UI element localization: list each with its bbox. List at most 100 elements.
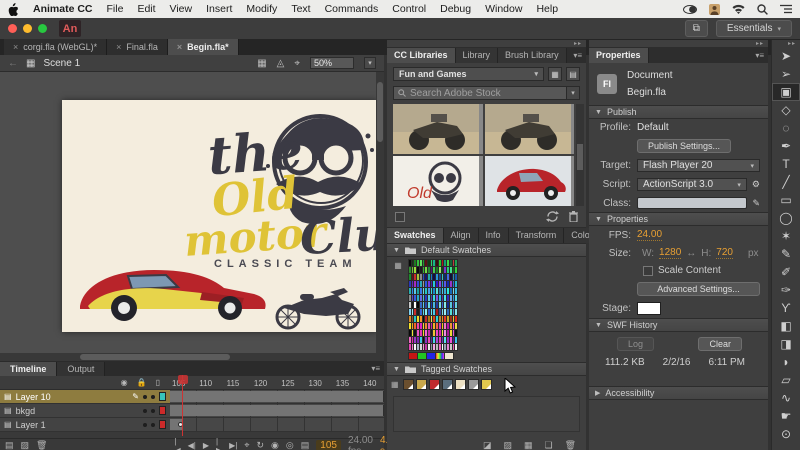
layer-visibility-dot[interactable]	[143, 394, 147, 399]
tab-output[interactable]: Output	[57, 362, 106, 376]
color-swatch[interactable]	[422, 337, 425, 343]
grid-view-icon[interactable]: ▦	[548, 67, 562, 81]
tab-info[interactable]: Info	[478, 228, 509, 243]
color-swatch[interactable]	[455, 288, 457, 294]
color-swatch[interactable]	[447, 288, 449, 294]
center-frame-icon[interactable]: ⌖	[294, 58, 300, 69]
color-swatch[interactable]	[422, 316, 425, 322]
minimize-window-button[interactable]	[23, 24, 32, 33]
color-swatch[interactable]	[452, 316, 455, 322]
layer-frames[interactable]	[170, 390, 384, 403]
color-swatch[interactable]	[455, 309, 457, 315]
color-swatch[interactable]	[447, 267, 449, 273]
color-swatch[interactable]	[447, 344, 449, 350]
color-swatch[interactable]	[441, 267, 444, 273]
tagged-color-swatch[interactable]	[428, 379, 440, 390]
ink-bottle-tool[interactable]: ◨	[772, 335, 800, 353]
menu-animate-cc[interactable]: Animate CC	[33, 3, 93, 15]
color-swatch[interactable]	[411, 344, 414, 350]
color-swatch[interactable]	[441, 302, 444, 308]
panel-menu-icon[interactable]: ▾≡	[367, 364, 384, 376]
color-swatch[interactable]	[422, 274, 425, 280]
pencil-tool[interactable]: ✎	[772, 245, 800, 263]
accessibility-section-header[interactable]: ▶ Accessibility	[589, 386, 768, 400]
color-swatch[interactable]	[452, 330, 455, 336]
tab-brush-library[interactable]: Brush Library	[498, 48, 567, 63]
color-swatch[interactable]	[419, 274, 422, 280]
panel-collapse-chevrons[interactable]: ▸▸	[387, 40, 586, 47]
oval-tool[interactable]: ◯	[772, 209, 800, 227]
color-swatch[interactable]	[414, 344, 417, 350]
color-swatch[interactable]	[447, 337, 449, 343]
color-swatch[interactable]	[449, 316, 452, 322]
color-swatch[interactable]	[444, 344, 447, 350]
color-swatch[interactable]	[433, 281, 436, 287]
color-swatch[interactable]	[428, 260, 430, 266]
trash-icon[interactable]	[569, 211, 578, 222]
menu-edit[interactable]: Edit	[137, 3, 155, 15]
color-swatch[interactable]	[438, 281, 441, 287]
color-swatch[interactable]	[436, 344, 438, 350]
color-swatch[interactable]	[449, 281, 452, 287]
color-swatch[interactable]	[417, 281, 419, 287]
color-swatch[interactable]	[447, 295, 449, 301]
menu-view[interactable]: View	[170, 3, 193, 15]
color-swatch[interactable]	[452, 274, 455, 280]
color-swatch[interactable]	[414, 316, 417, 322]
color-swatch[interactable]	[438, 330, 441, 336]
menu-file[interactable]: File	[107, 3, 124, 15]
color-swatch[interactable]	[438, 274, 441, 280]
layer-outline-color-chip[interactable]	[159, 406, 166, 415]
close-window-button[interactable]	[8, 24, 17, 33]
tagged-swatches-header[interactable]: ▼ Tagged Swatches	[387, 362, 586, 376]
edit-multiple-frames-icon[interactable]: ▤	[301, 440, 310, 450]
default-swatches-header[interactable]: ▼ Default Swatches	[387, 243, 586, 257]
color-swatch[interactable]	[433, 288, 436, 294]
color-swatch[interactable]	[419, 295, 422, 301]
layer-lock-dot[interactable]	[151, 394, 155, 399]
close-tab-icon[interactable]: ×	[177, 42, 182, 52]
color-swatch[interactable]	[452, 295, 455, 301]
color-swatch[interactable]	[409, 309, 411, 315]
color-swatch[interactable]	[430, 337, 433, 343]
frame-ruler[interactable]: 105110115120125130135140145	[170, 376, 384, 389]
color-swatch[interactable]	[430, 281, 433, 287]
color-swatch[interactable]	[433, 337, 436, 343]
library-collection-dropdown[interactable]: Fun and Games ▾	[393, 67, 544, 81]
color-swatch[interactable]	[428, 302, 430, 308]
color-swatch[interactable]	[449, 337, 452, 343]
color-swatch[interactable]	[441, 337, 444, 343]
color-swatch[interactable]	[425, 337, 428, 343]
library-scrollbar[interactable]	[576, 104, 584, 206]
color-swatch[interactable]	[444, 274, 447, 280]
color-swatch[interactable]	[411, 316, 414, 322]
color-swatch[interactable]	[425, 295, 428, 301]
color-swatch[interactable]	[425, 260, 428, 266]
panel-collapse-chevrons[interactable]: ▸▸	[589, 40, 768, 47]
color-swatch[interactable]	[428, 316, 430, 322]
class-input[interactable]	[637, 197, 748, 209]
color-swatch[interactable]	[438, 316, 441, 322]
go-to-first-frame-button[interactable]: |◀	[174, 437, 180, 450]
layer-row[interactable]: ▤ Layer 10 ✎	[0, 390, 384, 404]
advanced-settings-button[interactable]: Advanced Settings...	[637, 282, 760, 296]
color-swatch[interactable]	[436, 323, 438, 329]
color-swatch[interactable]	[422, 267, 425, 273]
color-swatch[interactable]	[417, 330, 419, 336]
color-swatch[interactable]	[414, 267, 417, 273]
lasso-tool[interactable]: ◌	[772, 119, 800, 137]
color-swatch[interactable]	[444, 337, 447, 343]
color-swatch[interactable]	[417, 274, 419, 280]
color-swatch[interactable]	[409, 302, 411, 308]
menu-text[interactable]: Text	[291, 3, 310, 15]
menu-debug[interactable]: Debug	[440, 3, 471, 15]
menu-control[interactable]: Control	[392, 3, 426, 15]
stage-vertical-scrollbar[interactable]	[376, 72, 384, 353]
color-swatch[interactable]	[425, 267, 428, 273]
library-item-club-logo-sketch[interactable]: Old	[393, 156, 483, 206]
layer-visibility-dot[interactable]	[143, 408, 147, 413]
color-swatch[interactable]	[425, 274, 428, 280]
color-swatch[interactable]	[449, 323, 452, 329]
swf-history-section-header[interactable]: ▼ SWF History	[589, 318, 768, 332]
target-dropdown[interactable]: Flash Player 20 ▾	[637, 159, 760, 172]
